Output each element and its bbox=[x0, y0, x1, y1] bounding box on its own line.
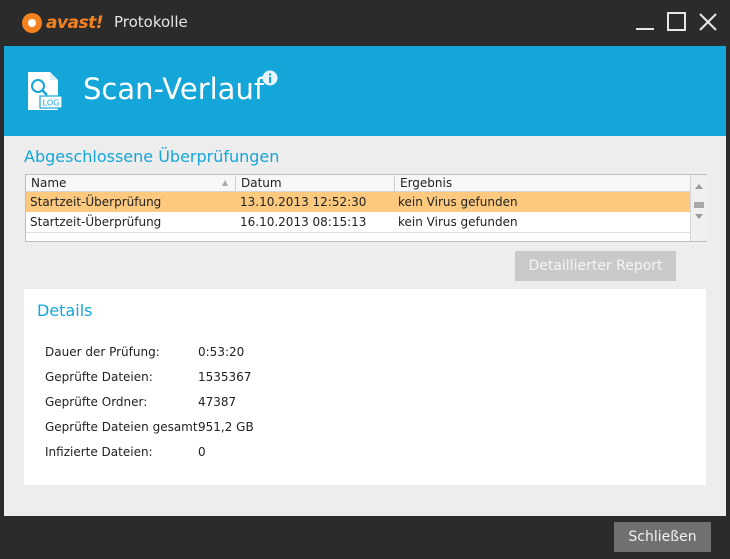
scans-section-title: Abgeschlossene Überprüfungen bbox=[24, 147, 280, 166]
main-content: Abgeschlossene Überprüfungen Name ▲ Datu… bbox=[4, 136, 726, 516]
detailed-report-button[interactable]: Detaillierter Report bbox=[515, 251, 676, 281]
column-header-datum[interactable]: Datum bbox=[236, 176, 395, 191]
close-icon bbox=[699, 13, 717, 31]
cell-ergebnis: kein Virus gefunden bbox=[398, 195, 518, 209]
table-row[interactable]: Startzeit-Überprüfung 13.10.2013 12:52:3… bbox=[26, 192, 690, 212]
scroll-down-icon[interactable] bbox=[694, 213, 704, 221]
window-title: Protokolle bbox=[114, 13, 188, 31]
detail-label: Geprüfte Dateien: bbox=[45, 370, 153, 384]
title-bar: avast! Protokolle bbox=[0, 0, 730, 46]
sort-arrow-icon: ▲ bbox=[222, 178, 229, 187]
table-row[interactable]: Startzeit-Überprüfung 16.10.2013 08:15:1… bbox=[26, 212, 690, 233]
close-button[interactable]: Schließen bbox=[614, 522, 711, 552]
detail-value: 1535367 bbox=[198, 370, 252, 384]
details-title: Details bbox=[37, 301, 93, 320]
avast-logo-icon bbox=[22, 13, 42, 33]
scan-history-table: Name ▲ Datum Ergebnis Startzeit-Überprüf… bbox=[25, 174, 707, 242]
detail-value: 951,2 GB bbox=[198, 420, 254, 434]
cell-datum: 16.10.2013 08:15:13 bbox=[240, 215, 367, 229]
details-panel: Details Dauer der Prüfung: 0:53:20 Geprü… bbox=[24, 289, 706, 485]
close-window-button[interactable] bbox=[697, 11, 719, 33]
detail-value: 0:53:20 bbox=[198, 345, 245, 359]
log-icon-label: LOG bbox=[43, 99, 60, 108]
detail-label: Geprüfte Dateien gesamt: bbox=[45, 420, 202, 434]
column-header-name[interactable]: Name bbox=[26, 176, 236, 191]
column-header-ergebnis[interactable]: Ergebnis bbox=[395, 176, 690, 191]
vertical-scrollbar[interactable] bbox=[690, 175, 707, 241]
page-title: Scan-Verlauf bbox=[83, 72, 265, 106]
minimize-button[interactable] bbox=[634, 11, 656, 33]
avast-logo: avast! bbox=[22, 10, 104, 36]
detail-label: Geprüfte Ordner: bbox=[45, 395, 148, 409]
log-file-icon: LOG bbox=[28, 72, 63, 110]
maximize-button[interactable] bbox=[666, 11, 688, 33]
scroll-up-icon[interactable] bbox=[694, 182, 704, 190]
detail-value: 0 bbox=[198, 445, 206, 459]
maximize-icon bbox=[667, 12, 686, 31]
cell-name: Startzeit-Überprüfung bbox=[30, 195, 162, 209]
detail-label: Dauer der Prüfung: bbox=[45, 345, 160, 359]
cell-name: Startzeit-Überprüfung bbox=[30, 215, 162, 229]
scrollbar-thumb[interactable] bbox=[694, 202, 704, 208]
table-header: Name ▲ Datum Ergebnis bbox=[26, 175, 690, 192]
page-header: LOG Scan-Verlauf bbox=[4, 46, 726, 136]
cell-datum: 13.10.2013 12:52:30 bbox=[240, 195, 367, 209]
detail-value: 47387 bbox=[198, 395, 237, 409]
cell-ergebnis: kein Virus gefunden bbox=[398, 215, 518, 229]
detail-label: Infizierte Dateien: bbox=[45, 445, 153, 459]
info-icon[interactable] bbox=[262, 70, 278, 86]
minimize-icon bbox=[636, 28, 654, 30]
avast-logo-text: avast! bbox=[46, 13, 104, 33]
